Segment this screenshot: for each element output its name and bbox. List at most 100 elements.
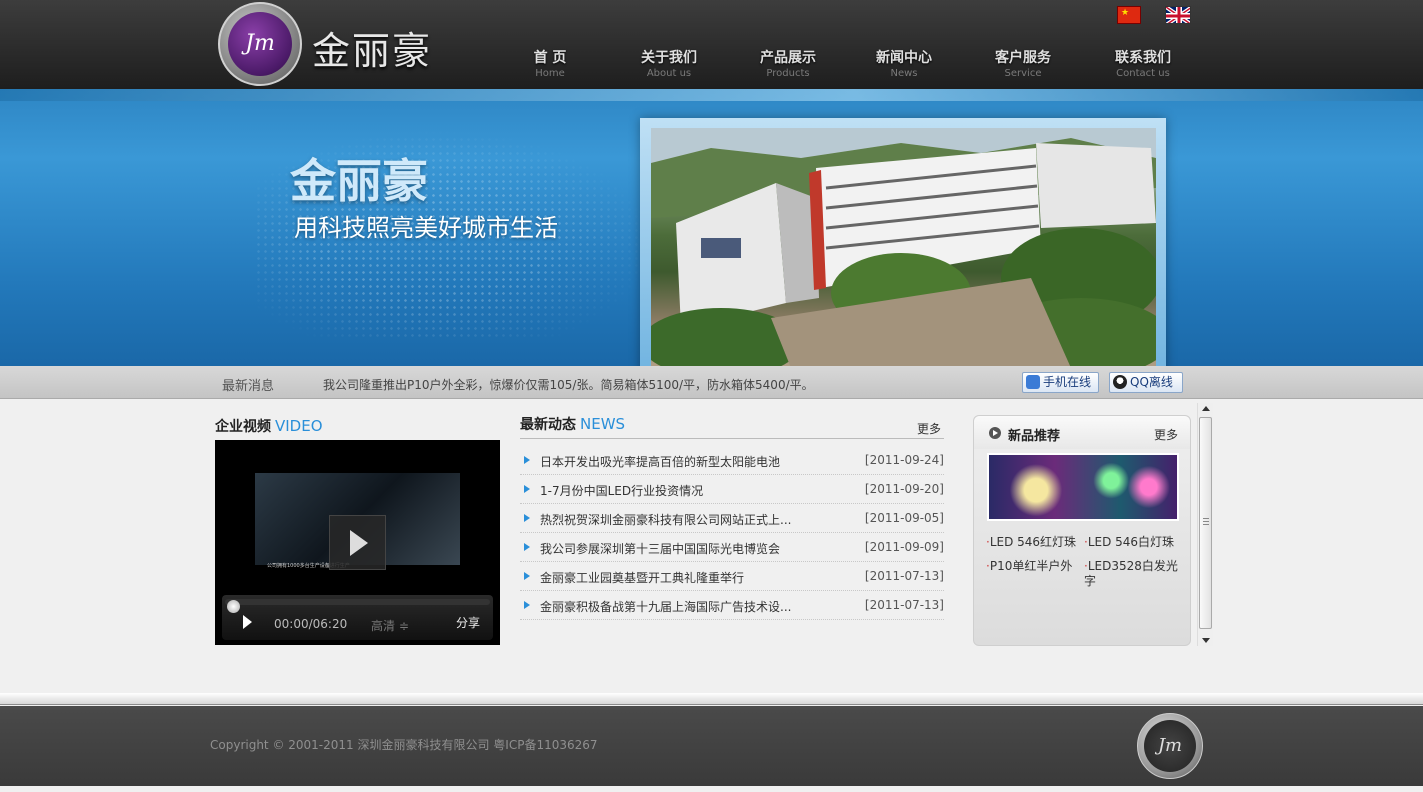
new-products-panel: 新品推荐 更多 ·LED 546红灯珠 ·LED 546白灯珠 ·P10单红半户… [973,415,1191,646]
nav-label-en: Products [766,68,810,79]
arrow-right-icon [524,543,530,551]
news-title-cn: 最新动态 [520,417,576,433]
news-list: 日本开发出吸光率提高百倍的新型太阳能电池 [2011-09-24] 1-7月份中… [520,446,944,620]
uk-flag-icon[interactable] [1165,6,1191,24]
news-item-date: [2011-09-24] [864,453,944,467]
news-item-date: [2011-07-13] [864,569,944,583]
bottom-strip [0,786,1423,792]
news-item-title[interactable]: 热烈祝贺深圳金丽豪科技有限公司网站正式上... [540,511,791,528]
scrollbar-thumb[interactable] [1199,417,1212,629]
nav-about[interactable]: 关于我们 About us [619,47,719,79]
nav-news[interactable]: 新闻中心 News [854,47,954,79]
nav-label-en: About us [646,68,692,79]
ticker-message[interactable]: 我公司隆重推出P10户外全彩，惊爆价仅需105/张。简易箱体5100/平，防水箱… [323,376,814,393]
nav-products[interactable]: 产品展示 Products [738,47,838,79]
news-section-title: 最新动态 NEWS [520,414,625,434]
scroll-up-icon[interactable] [1202,406,1210,411]
news-title-en: NEWS [580,415,626,433]
video-title-cn: 企业视频 [215,419,271,435]
video-quality-select[interactable]: 高清 ≑ [371,617,409,634]
banner-brand: 金丽豪 [290,154,428,208]
news-item-date: [2011-09-05] [864,511,944,525]
footer-separator [0,693,1423,705]
circle-arrow-icon [989,427,1001,439]
nav-service[interactable]: 客户服务 Service [973,47,1073,79]
product-name: LED 546红灯珠 [989,535,1077,549]
grip-icon [1203,518,1209,525]
news-item-date: [2011-09-09] [864,540,944,554]
news-more-link[interactable]: 更多 [917,420,941,437]
news-item-title[interactable]: 日本开发出吸光率提高百倍的新型太阳能电池 [540,453,780,470]
nav-label-en: Home [535,68,565,79]
news-item-title[interactable]: 金丽豪工业园奠基暨开工典礼隆重举行 [540,569,744,586]
nav-label-en: Contact us [1116,68,1170,79]
product-link[interactable]: ·LED 546白灯珠 [1084,535,1182,550]
news-item-title[interactable]: 金丽豪积极备战第十九届上海国际广告技术设... [540,598,791,615]
factory-illustration [651,128,1156,366]
logo-text[interactable]: 金丽豪 [312,20,432,75]
qq-offline-button[interactable]: QQ离线 [1109,372,1183,393]
panel-scrollbar[interactable] [1197,403,1213,646]
video-player[interactable]: 公司拥有1000多台生产设备进行生产 00:00/06:20 高清 ≑ 分享 [215,440,500,645]
nav-label-cn: 产品展示 [760,50,816,66]
news-item: 我公司参展深圳第十三届中国国际光电博览会 [2011-09-09] [520,533,944,562]
news-item: 日本开发出吸光率提高百倍的新型太阳能电池 [2011-09-24] [520,446,944,475]
product-link[interactable]: ·LED3528白发光字 [1084,559,1180,589]
qq-offline-label: QQ离线 [1130,375,1173,389]
arrow-right-icon [524,456,530,464]
nav-contact[interactable]: 联系我们 Contact us [1093,47,1193,79]
scroll-down-icon[interactable] [1202,638,1210,643]
product-name: P10单红半户外 [989,559,1073,573]
logo-monogram: Jm [228,12,292,76]
nav-label-cn: 客户服务 [995,50,1051,66]
video-time: 00:00/06:20 [274,617,348,631]
arrow-right-icon [524,485,530,493]
news-item: 热烈祝贺深圳金丽豪科技有限公司网站正式上... [2011-09-05] [520,504,944,533]
product-link[interactable]: ·P10单红半户外 [986,559,1078,574]
union-jack-icon [1166,7,1190,23]
panel-header: 新品推荐 更多 [974,416,1190,449]
video-title-en: VIDEO [275,417,323,435]
nav-label-cn: 首 页 [533,50,567,66]
video-progress-bar[interactable] [225,599,490,613]
arrow-right-icon [524,514,530,522]
news-item: 金丽豪积极备战第十九届上海国际广告技术设... [2011-07-13] [520,591,944,620]
news-item-title[interactable]: 我公司参展深圳第十三届中国国际光电博览会 [540,540,780,557]
nav-label-en: News [890,68,918,79]
nav-label-en: Service [1004,68,1042,79]
logo-emblem[interactable]: Jm [218,2,302,86]
news-item-title[interactable]: 1-7月份中国LED行业投资情况 [540,482,703,499]
factory-photo [651,128,1156,366]
site-header: Jm 金丽豪 ★ 首 页 Home 关于我们 About us 产品展示 Pro… [0,0,1423,89]
product-name: LED3528白发光字 [1084,559,1178,588]
news-ticker: 最新消息 我公司隆重推出P10户外全彩，惊爆价仅需105/张。简易箱体5100/… [0,366,1423,399]
nav-home[interactable]: 首 页 Home [500,47,600,79]
mobile-online-button[interactable]: 手机在线 [1022,372,1099,393]
mobile-online-label: 手机在线 [1043,375,1092,389]
footer-logo[interactable]: Jm [1137,713,1203,779]
products-more-link[interactable]: 更多 [1154,426,1178,443]
star-icon: ★ [1121,8,1130,18]
news-divider [520,438,944,439]
arrow-right-icon [524,601,530,609]
play-overlay-button[interactable] [329,515,386,570]
news-item-date: [2011-07-13] [864,598,944,612]
video-progress-knob[interactable] [227,600,240,613]
news-item-date: [2011-09-20] [864,482,944,496]
ticker-label: 最新消息 [222,379,275,394]
banner-slogan: 用科技照亮美好城市生活 [294,214,558,242]
nav-label-cn: 关于我们 [641,50,697,66]
video-section-title: 企业视频 VIDEO [215,416,323,436]
site-footer: Copyright © 2001-2011 深圳金丽豪科技有限公司 粤ICP备1… [0,706,1423,786]
qq-penguin-icon [1113,375,1127,389]
video-share-button[interactable]: 分享 [456,614,480,631]
banner-photo-frame [640,118,1166,366]
play-icon[interactable] [243,615,252,629]
chinese-flag-icon[interactable]: ★ [1117,6,1141,24]
news-item: 1-7月份中国LED行业投资情况 [2011-09-20] [520,475,944,504]
nav-label-cn: 新闻中心 [876,50,932,66]
product-name: LED 546白灯珠 [1087,535,1175,549]
stage-led-photo[interactable] [987,453,1179,521]
video-controls: 00:00/06:20 高清 ≑ 分享 [222,595,493,640]
product-link[interactable]: ·LED 546红灯珠 [986,535,1078,550]
